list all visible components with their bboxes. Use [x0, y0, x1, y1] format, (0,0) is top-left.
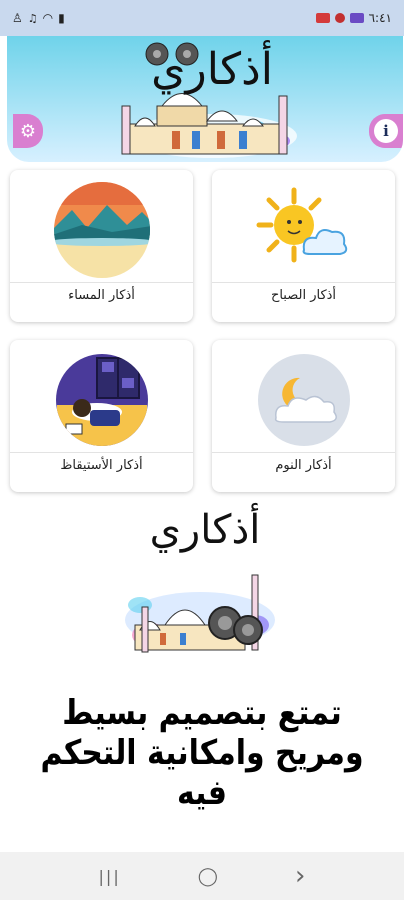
recents-button[interactable]: ||| [99, 867, 121, 886]
header-banner: أذكاري ⚙ i [7, 36, 403, 162]
youtube-icon [334, 13, 345, 23]
waking-person-icon [55, 354, 148, 446]
notification-icon: ♙ [12, 11, 23, 25]
app-icon [349, 13, 364, 23]
promo-logo-text: أذكاري [149, 507, 261, 553]
card-morning-label: أذكار الصباح [270, 288, 337, 303]
info-icon: i [374, 119, 398, 143]
gear-icon: ⚙ [19, 120, 37, 142]
card-divider [212, 452, 395, 453]
status-time: ٦:٤١ [368, 11, 392, 25]
card-waking-azkar[interactable]: أذكار الأستيقاظ [10, 340, 193, 492]
status-bar: ♙ ♫ ◠ ▮ ٦:٤١ [0, 0, 404, 36]
card-divider [212, 282, 395, 283]
card-divider [10, 452, 193, 453]
card-waking-label: أذكار الأستيقاظ [60, 458, 143, 473]
card-morning-azkar[interactable]: أذكار الصباح [212, 170, 395, 322]
info-button[interactable]: i [369, 114, 403, 148]
signal-icon: ▮ [58, 11, 65, 25]
card-evening-label: أذكار المساء [68, 288, 135, 303]
card-evening-azkar[interactable]: أذكار المساء [10, 170, 193, 322]
card-divider [10, 282, 193, 283]
sunset-landscape-icon [53, 182, 150, 278]
back-button[interactable]: › [295, 861, 305, 891]
app-notification-icon [315, 13, 330, 23]
status-right: ٦:٤١ [315, 11, 392, 25]
promo-logo-illustration [125, 574, 275, 653]
card-sleep-label: أذكار النوم [275, 458, 332, 473]
system-navigation-bar: ||| ◯ › [0, 852, 404, 900]
card-sleep-azkar[interactable]: أذكار النوم [212, 340, 395, 492]
home-button[interactable]: ◯ [198, 866, 218, 887]
sun-cloud-icon [256, 187, 347, 263]
promo-tagline: تمتع بتصميم بسيط ومريح وامكانية التحكم ف… [40, 693, 364, 813]
settings-button[interactable]: ⚙ [13, 114, 43, 148]
ringtone-icon: ♫ [27, 11, 38, 25]
status-icons: ♙ ♫ ◠ ▮ [12, 11, 65, 25]
wifi-icon: ◠ [42, 11, 54, 25]
header-logo-text: أذكاري [151, 44, 273, 95]
moon-cloud-icon [257, 354, 350, 446]
